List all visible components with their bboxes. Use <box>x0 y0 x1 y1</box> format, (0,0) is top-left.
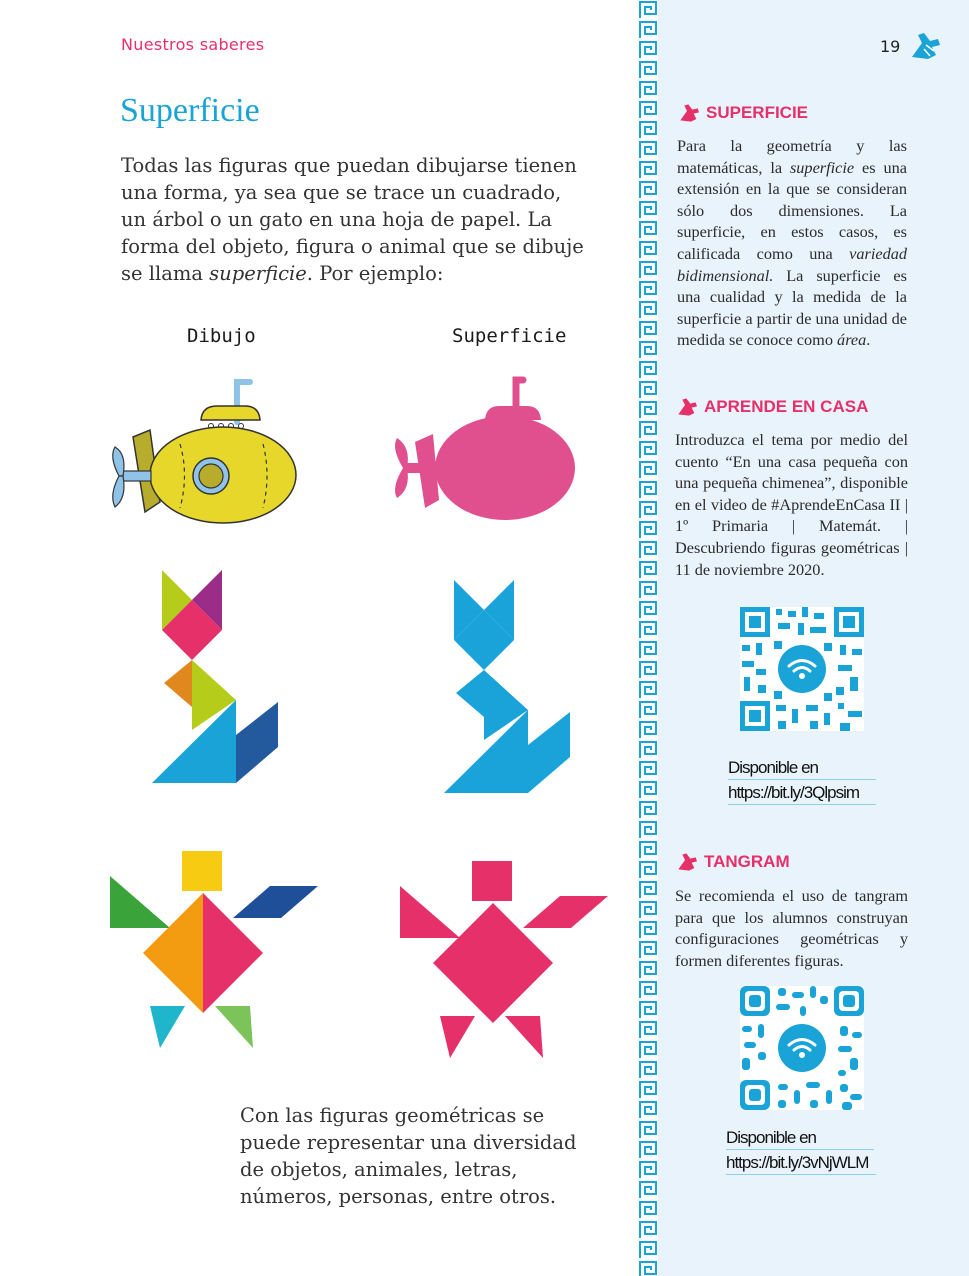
sidebar-tangram-text: Se recomienda el uso de tangram para que… <box>675 886 908 970</box>
intro-text-2: . Por ejemplo: <box>306 262 444 285</box>
superficie-emphasis-3: área <box>837 330 867 350</box>
main-content: Nuestros saberes Superficie Todas las fi… <box>0 0 638 1276</box>
sidebar-heading-tangram-label: TANGRAM <box>704 852 790 871</box>
superficie-emphasis-1: superficie <box>789 157 855 177</box>
page-number: 19 <box>880 37 901 56</box>
sidebar-heading-tangram: TANGRAM <box>675 852 790 872</box>
submarine-drawing <box>112 379 297 524</box>
outro-paragraph: Con las figuras geométricas se puede rep… <box>240 1104 577 1208</box>
available-label-aprende: Disponible en <box>728 758 876 780</box>
sidebar-aprende-text: Introduzca el tema por medio del cuento … <box>675 430 908 579</box>
intro-emphasis: superficie <box>209 262 307 285</box>
hand-icon <box>678 398 697 416</box>
tangram-cat-drawing <box>152 570 278 783</box>
hand-icon <box>912 33 940 59</box>
tangram-turtle-drawing <box>110 851 318 1048</box>
intro-paragraph: Todas las figuras que puedan dibujarse t… <box>121 152 591 287</box>
tangram-turtle-silhouette <box>400 861 608 1058</box>
section-label: Nuestros saberes <box>121 35 265 54</box>
page-title: Superficie <box>120 92 260 129</box>
column-heading-surface: Superficie <box>452 325 567 347</box>
greek-key-border <box>638 0 658 1276</box>
link-tangram[interactable]: https://bit.ly/3vNjWLM <box>726 1153 876 1175</box>
hand-icon <box>680 104 699 122</box>
qr-code-icon[interactable] <box>740 986 864 1110</box>
column-heading-draw: Dibujo <box>187 325 256 347</box>
tangram-cat-silhouette <box>444 580 570 793</box>
sidebar-heading-superficie: SUPERFICIE <box>677 103 808 123</box>
superficie-text-4: . <box>866 330 871 350</box>
qr-code-icon[interactable] <box>740 607 864 731</box>
sidebar-superficie-text: Para la geometría y las matemáticas, la … <box>677 135 907 351</box>
sidebar-heading-aprende: APRENDE EN CASA <box>675 397 868 417</box>
available-label-tangram: Disponible en <box>726 1128 874 1150</box>
hand-icon <box>678 853 697 871</box>
sidebar-heading-aprende-label: APRENDE EN CASA <box>704 397 869 416</box>
link-aprende[interactable]: https://bit.ly/3Qlpsim <box>728 783 876 805</box>
submarine-silhouette <box>395 376 575 520</box>
sidebar-heading-superficie-label: SUPERFICIE <box>706 103 809 122</box>
